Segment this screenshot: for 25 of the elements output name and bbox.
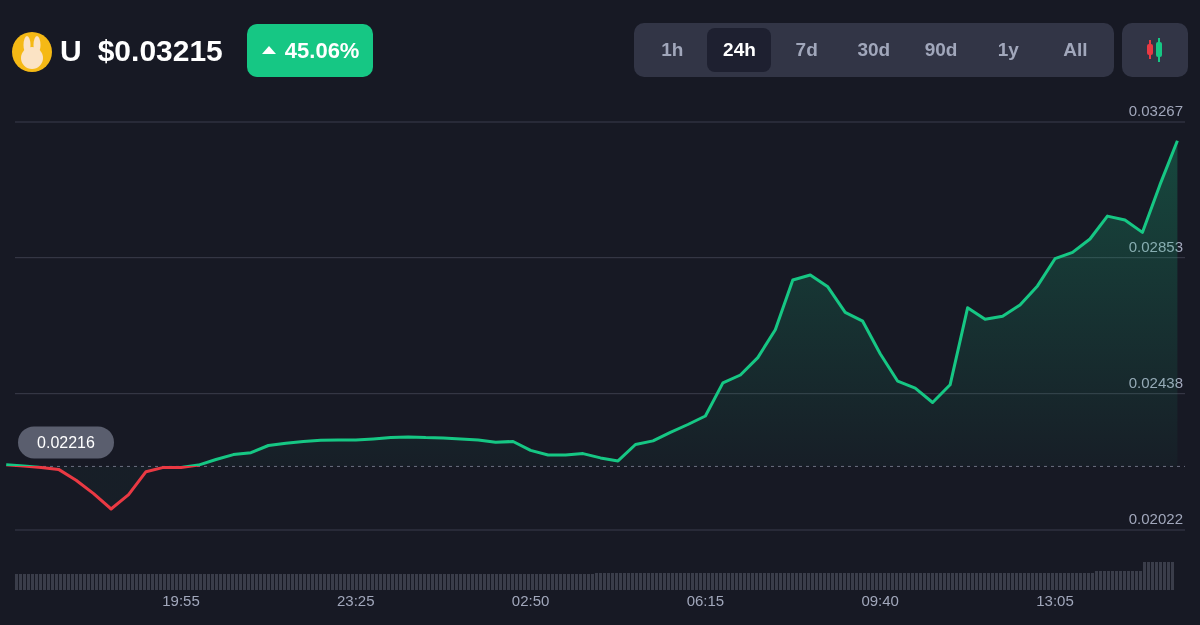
y-axis-label: 0.02438 — [1128, 373, 1183, 391]
coin-symbol: U — [60, 32, 82, 69]
x-axis-label: 19:55 — [162, 592, 200, 609]
change-percent: 45.06% — [284, 36, 360, 65]
time-range-tab[interactable]: 7d — [774, 28, 839, 72]
time-range-tab[interactable]: 1y — [976, 28, 1041, 72]
coin-price: $0.03215 — [97, 32, 223, 69]
x-axis-label: 23:25 — [337, 592, 375, 609]
time-range-tab[interactable]: 1h — [640, 28, 705, 72]
y-axis-label: 0.03267 — [1128, 102, 1183, 119]
y-axis-label: 0.02022 — [1128, 510, 1183, 527]
y-axis-label: 0.02853 — [1128, 237, 1183, 255]
x-axis-label: 13:05 — [1036, 592, 1074, 609]
time-range-tab[interactable]: 24h — [707, 28, 772, 72]
candlestick-toggle-button[interactable] — [1122, 23, 1188, 77]
coin-logo-icon — [12, 32, 52, 72]
time-range-tab[interactable]: 30d — [841, 28, 906, 72]
candlestick-icon — [1145, 37, 1165, 63]
reference-price-label: 0.02216 — [18, 426, 114, 459]
time-range-tab[interactable]: 90d — [909, 28, 974, 72]
ref-line-label: 0.02216 — [37, 434, 96, 452]
x-axis-label: 06:15 — [686, 592, 725, 609]
x-axis-label: 02:50 — [511, 592, 550, 609]
x-axis-label: 09:40 — [861, 592, 899, 609]
time-range-tab[interactable]: All — [1043, 28, 1108, 72]
